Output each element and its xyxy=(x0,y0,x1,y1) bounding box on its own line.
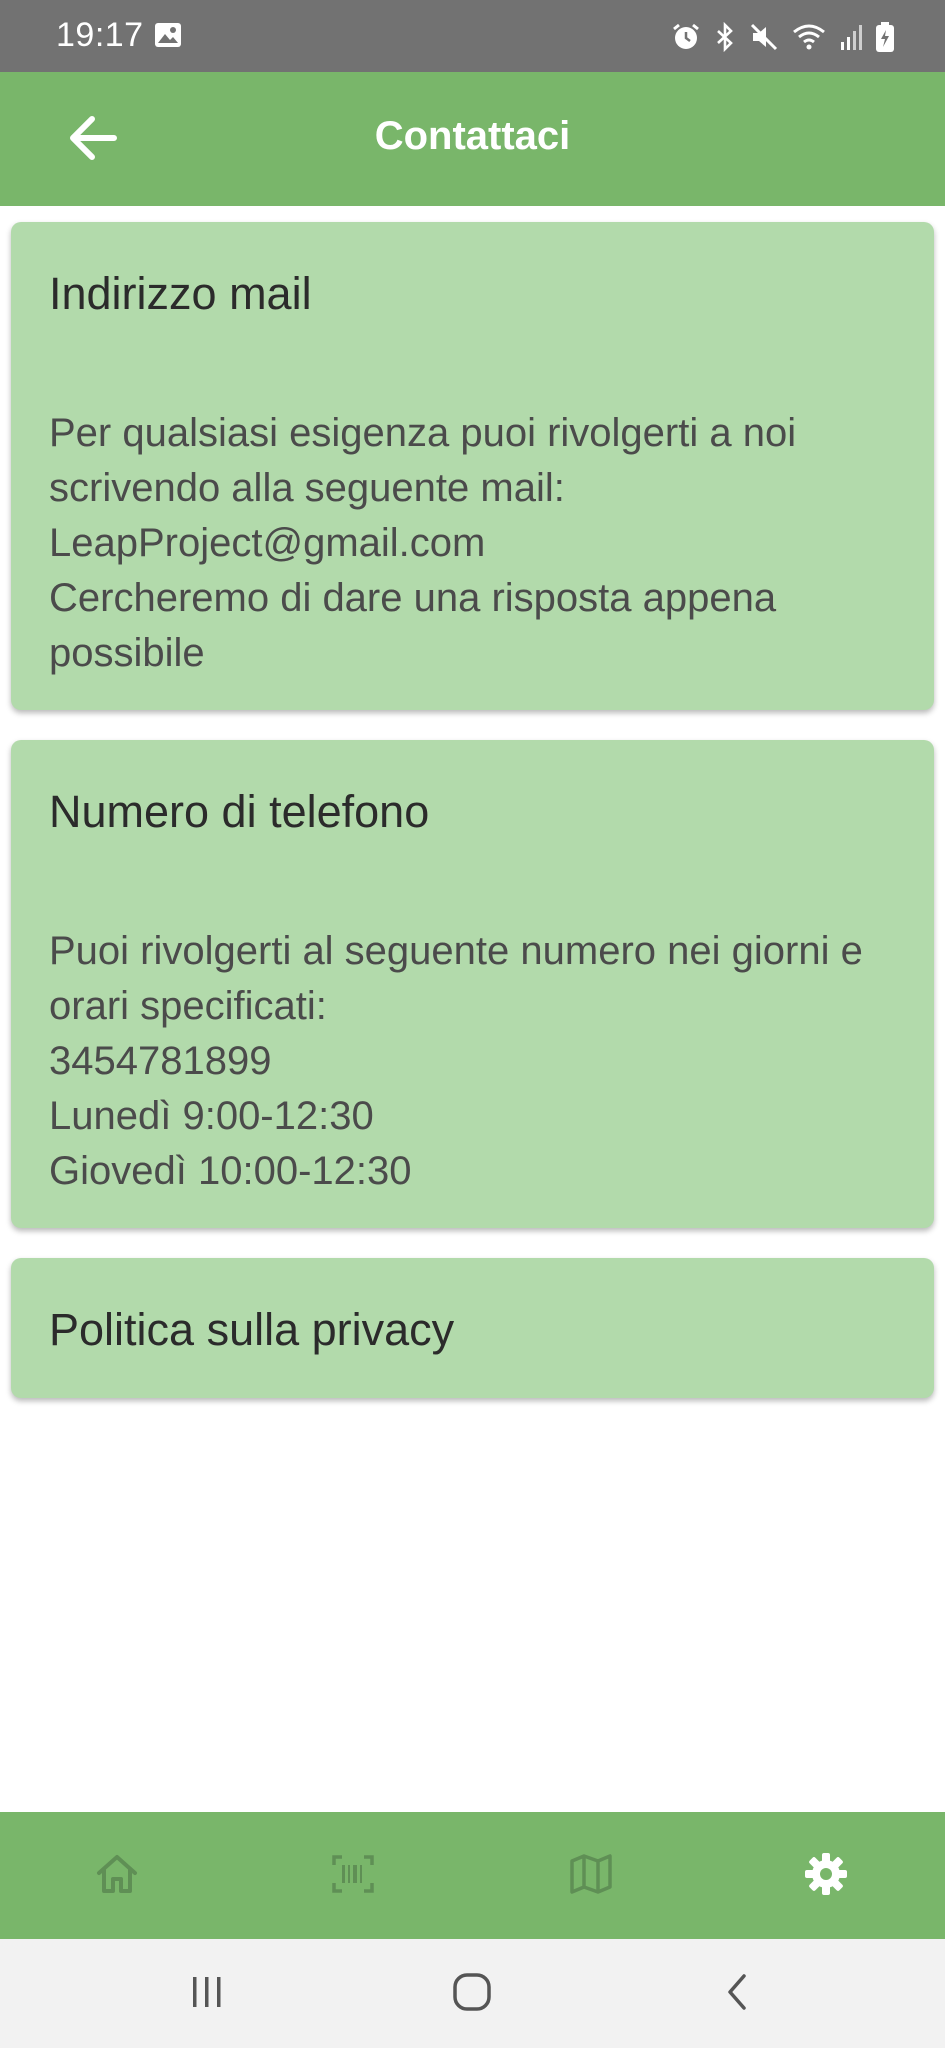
battery-icon xyxy=(875,21,895,53)
phone-card: Numero di telefono Puoi rivolgerti al se… xyxy=(11,740,934,1228)
chevron-left-icon xyxy=(722,1972,752,2017)
page-title: Contattaci xyxy=(374,114,571,158)
map-icon xyxy=(568,1851,614,1902)
nav-settings-button[interactable] xyxy=(798,1848,854,1904)
home-icon xyxy=(94,1851,140,1902)
signal-icon xyxy=(839,22,863,52)
bluetooth-icon xyxy=(713,22,737,52)
mail-card: Indirizzo mail Per qualsiasi esigenza pu… xyxy=(11,222,934,710)
screen: 19:17 Contattaci Indirizzo mail Per qual… xyxy=(0,0,945,2048)
gear-icon xyxy=(802,1850,850,1903)
card-title-privacy: Politica sulla privacy xyxy=(49,1304,455,1355)
home-circle-icon xyxy=(450,1972,494,2017)
mute-icon xyxy=(749,22,779,52)
status-icons xyxy=(671,20,895,54)
card-title-mail: Indirizzo mail xyxy=(49,268,312,319)
privacy-policy-card[interactable]: Politica sulla privacy xyxy=(11,1258,934,1398)
nav-map-button[interactable] xyxy=(563,1848,619,1904)
bottom-nav xyxy=(0,1812,945,1939)
system-back-button[interactable] xyxy=(707,1969,767,2019)
barcode-scan-icon xyxy=(330,1851,376,1902)
nav-scan-button[interactable] xyxy=(325,1848,381,1904)
recents-icon xyxy=(187,1974,227,2015)
wifi-icon xyxy=(791,22,827,52)
status-bar: 19:17 xyxy=(0,0,945,72)
system-home-button[interactable] xyxy=(442,1969,502,2019)
system-nav-bar xyxy=(0,1939,945,2048)
card-body-phone: Puoi rivolgerti al seguente numero nei g… xyxy=(49,929,863,1193)
recents-button[interactable] xyxy=(177,1969,237,2019)
status-time: 19:17 xyxy=(56,16,144,54)
alarm-icon xyxy=(671,22,701,52)
nav-home-button[interactable] xyxy=(89,1848,145,1904)
app-bar: Contattaci xyxy=(0,72,945,206)
card-title-phone: Numero di telefono xyxy=(49,786,430,837)
card-body-mail: Per qualsiasi esigenza puoi rivolgerti a… xyxy=(49,411,797,675)
image-icon xyxy=(154,22,182,48)
